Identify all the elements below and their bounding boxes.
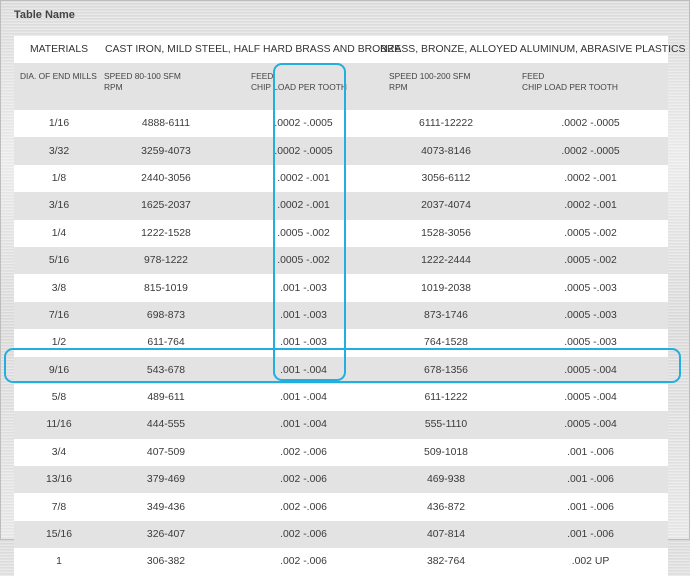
table-name-heading: Table Name [14, 9, 75, 21]
speed-1-header-line-2: RPM [104, 82, 123, 92]
speed-1-rpm-cell: 326-407 [104, 520, 228, 549]
feed-2-cell: .0005 -.003 [513, 274, 669, 302]
feed-column-highlight [273, 63, 346, 381]
speed-1-header-line-1: SPEED 80-100 SFM [104, 71, 181, 81]
feed-2-cell: .001 -.006 [513, 466, 669, 494]
speed-1-rpm-cell: 978-1222 [104, 246, 228, 275]
dia-cell: 7/16 [14, 301, 104, 330]
speed-2-rpm-cell: 6111-12222 [379, 110, 514, 138]
speed-1-rpm-cell: 306-382 [104, 548, 228, 576]
feed-2-cell: .0002 -.0005 [513, 110, 669, 138]
speed-2-rpm-cell: 4073-8146 [379, 137, 514, 165]
speed-1-rpm-cell: 349-436 [104, 493, 228, 521]
dia-cell: 3/8 [14, 274, 104, 302]
feed-1-cell: .002 -.006 [228, 493, 380, 521]
speed-1-rpm-cell: 2440-3056 [104, 164, 228, 193]
speed-1-rpm-cell: 1222-1528 [104, 219, 228, 247]
feed-2-cell: .0005 -.002 [513, 219, 669, 247]
speed-2-rpm-cell: 436-872 [379, 493, 514, 521]
table-row: 11/16 444-555.001 -.004 555-1110.0005 -.00… [14, 411, 669, 439]
feed-2-cell: .001 -.006 [513, 493, 669, 521]
feed-2-cell: .0002 -.0005 [513, 137, 669, 165]
feed-2-cell: .0005 -.003 [513, 301, 669, 330]
material-group-2-header: BRASS, BRONZE, ALLOYED ALUMINUM, ABRASIV… [379, 36, 685, 63]
feed-2-column-header: FEED CHIP LOAD PER TOOTH [513, 63, 669, 110]
feed-2-cell: .0005 -.004 [513, 383, 669, 412]
feed-1-cell: .001 -.004 [228, 411, 380, 439]
feed-1-cell: .001 -.004 [228, 383, 380, 412]
dia-cell: 1/8 [14, 164, 104, 193]
speed-1-rpm-cell: 4888-6111 [104, 110, 228, 138]
speed-2-rpm-cell: 873-1746 [379, 301, 514, 330]
feed-1-cell: .002 -.006 [228, 548, 380, 576]
speed-2-rpm-cell: 509-1018 [379, 438, 514, 467]
speed-1-rpm-cell: 3259-4073 [104, 137, 228, 165]
speed-1-rpm-cell: 489-611 [104, 383, 228, 412]
speed-2-rpm-cell: 2037-4074 [379, 192, 514, 220]
table-row: 5/8 489-611.001 -.004 611-1222.0005 -.004 [14, 383, 669, 412]
dia-cell: 3/16 [14, 192, 104, 220]
feed-2-header-line-1: FEED [522, 71, 545, 81]
feed-2-cell: .002 UP [513, 548, 669, 576]
speed-2-rpm-cell: 469-938 [379, 466, 514, 494]
speed-2-rpm-cell: 1019-2038 [379, 274, 514, 302]
feed-1-cell: .002 -.006 [228, 520, 380, 549]
dia-cell: 3/4 [14, 438, 104, 467]
speed-2-rpm-cell: 3056-6112 [379, 164, 514, 193]
speed-2-rpm-cell: 611-1222 [379, 383, 514, 412]
speed-2-header-line-1: SPEED 100-200 SFM [389, 71, 471, 81]
speed-1-column-header: SPEED 80-100 SFM RPM [104, 63, 228, 110]
dia-cell: 1/16 [14, 110, 104, 138]
feed-2-cell: .001 -.006 [513, 520, 669, 549]
feed-2-cell: .0005 -.002 [513, 246, 669, 275]
speed-1-rpm-cell: 444-555 [104, 411, 228, 439]
feed-2-cell: .0002 -.001 [513, 164, 669, 193]
table-row: 3/4 407-509.002 -.006 509-1018.001 -.006 [14, 438, 669, 467]
dia-cell: 7/8 [14, 493, 104, 521]
table-row: 1 306-382.002 -.006 382-764.002 UP [14, 548, 669, 576]
speed-1-rpm-cell: 1625-2037 [104, 192, 228, 220]
dia-cell: 1/4 [14, 219, 104, 247]
speed-2-column-header: SPEED 100-200 SFM RPM [379, 63, 514, 110]
table-row: 7/8 349-436.002 -.006 436-872.001 -.006 [14, 493, 669, 521]
feed-1-cell: .002 -.006 [228, 438, 380, 467]
material-group-1-header: CAST IRON, MILD STEEL, HALF HARD BRASS A… [104, 36, 401, 63]
dia-cell: 5/8 [14, 383, 104, 412]
row-5-8-highlight [4, 348, 681, 383]
materials-header-row: MATERIALS CAST IRON, MILD STEEL, HALF HA… [14, 36, 685, 63]
dia-cell: 15/16 [14, 520, 104, 549]
speed-2-header-line-2: RPM [389, 82, 408, 92]
speed-1-rpm-cell: 815-1019 [104, 274, 228, 302]
speed-1-rpm-cell: 379-469 [104, 466, 228, 494]
materials-header: MATERIALS [14, 36, 104, 63]
speed-2-rpm-cell: 407-814 [379, 520, 514, 549]
feed-2-cell: .001 -.006 [513, 438, 669, 467]
dia-cell: 3/32 [14, 137, 104, 165]
dia-cell: 5/16 [14, 246, 104, 275]
dia-cell: 1 [14, 548, 104, 576]
speed-2-rpm-cell: 1528-3056 [379, 219, 514, 247]
table-row: 13/16 379-469.002 -.006 469-938.001 -.006 [14, 466, 669, 494]
feed-2-cell: .0005 -.004 [513, 411, 669, 439]
feed-2-cell: .0002 -.001 [513, 192, 669, 220]
speed-1-rpm-cell: 698-873 [104, 301, 228, 330]
speed-2-rpm-cell: 555-1110 [379, 411, 514, 439]
dia-column-header: DIA. OF END MILLS [14, 63, 104, 110]
speed-2-rpm-cell: 1222-2444 [379, 246, 514, 275]
speed-1-rpm-cell: 407-509 [104, 438, 228, 467]
dia-cell: 11/16 [14, 411, 104, 439]
speed-2-rpm-cell: 382-764 [379, 548, 514, 576]
dia-cell: 13/16 [14, 466, 104, 494]
feed-2-header-line-2: CHIP LOAD PER TOOTH [522, 82, 618, 92]
table-row: 15/16 326-407.002 -.006 407-814.001 -.006 [14, 520, 669, 549]
feed-1-cell: .002 -.006 [228, 466, 380, 494]
